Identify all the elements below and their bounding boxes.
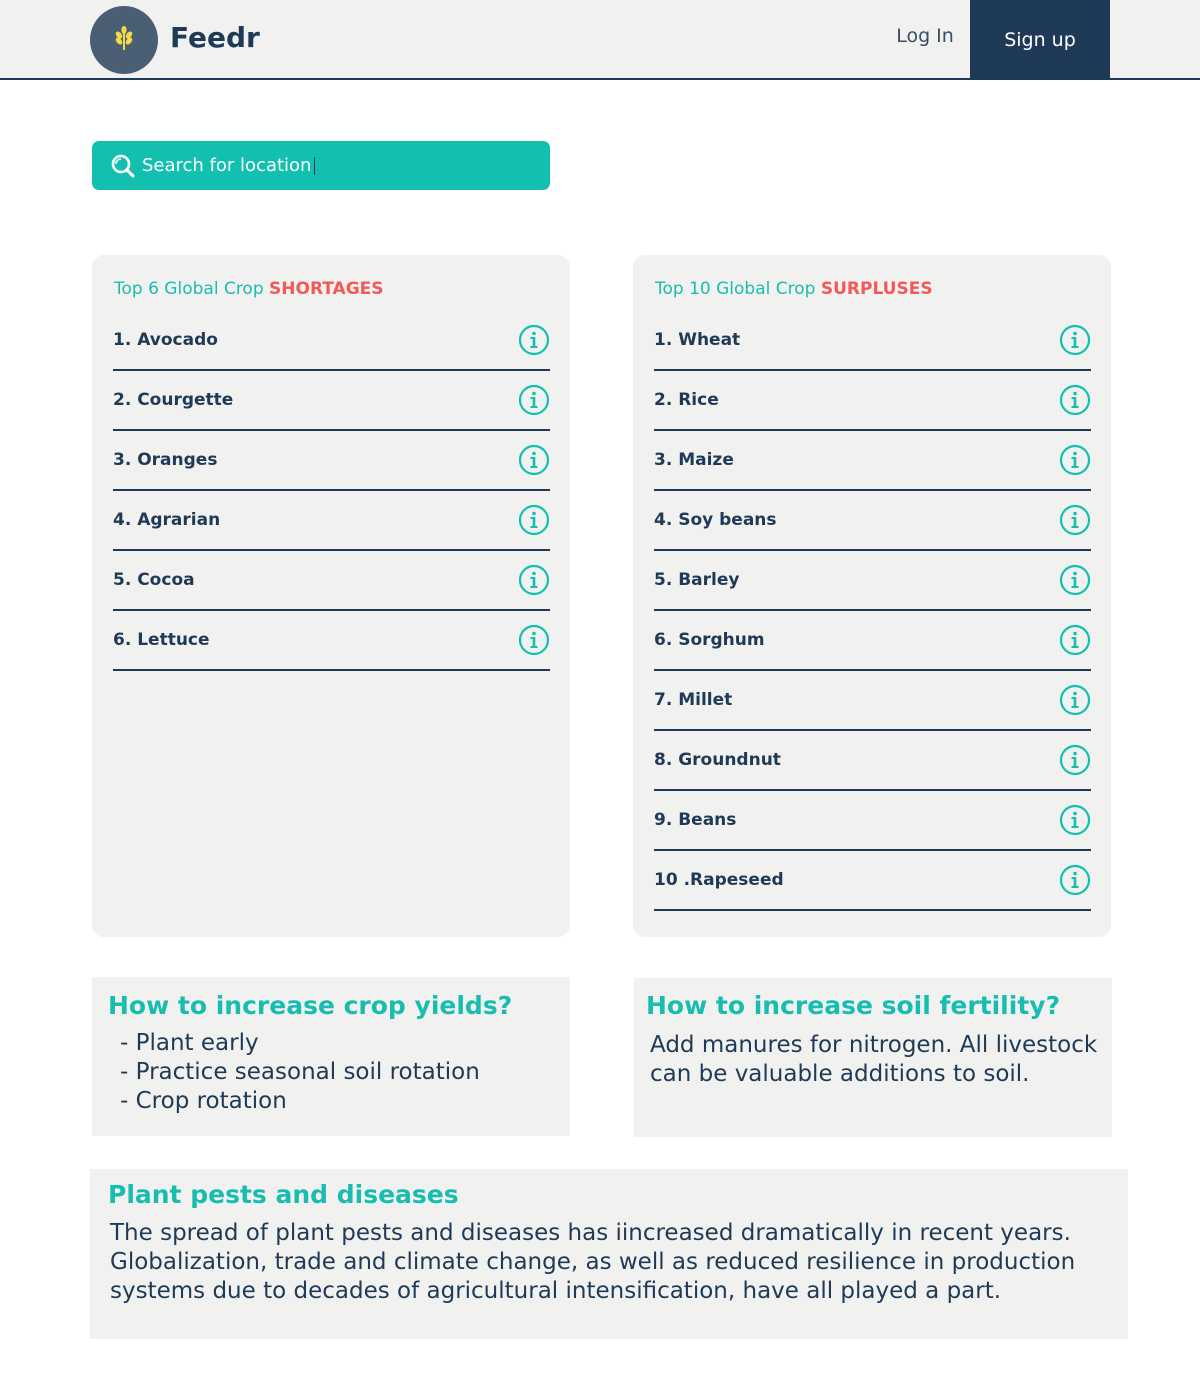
crop-name: 1. Wheat [654, 330, 741, 350]
pests-title: Plant pests and diseases [108, 1180, 459, 1209]
login-link[interactable]: Log In [880, 25, 970, 47]
search-icon [110, 153, 136, 179]
list-item[interactable]: 8. Groundnut [654, 731, 1091, 791]
crop-yields-title: How to increase crop yields? [108, 991, 513, 1020]
surpluses-panel: Top 10 Global Crop SURPLUSES 1. Wheat 2. … [633, 255, 1111, 937]
info-icon[interactable] [1059, 564, 1091, 596]
top-nav: Feedr Log In Sign up [0, 0, 1200, 80]
shortages-list: 1. Avocado 2. Courgette 3. Oranges 4. Agrar… [113, 311, 550, 671]
list-item[interactable]: 2. Courgette [113, 371, 550, 431]
crop-name: 6. Lettuce [113, 630, 210, 650]
list-item[interactable]: 6. Sorghum [654, 611, 1091, 671]
list-item[interactable]: 2. Rice [654, 371, 1091, 431]
soil-fertility-card: How to increase soil fertility? Add manu… [634, 978, 1112, 1137]
crop-name: 3. Oranges [113, 450, 218, 470]
info-icon[interactable] [1059, 324, 1091, 356]
crop-name: 6. Sorghum [654, 630, 765, 650]
signup-button[interactable]: Sign up [970, 0, 1110, 80]
list-item[interactable]: 7. Millet [654, 671, 1091, 731]
info-icon[interactable] [518, 564, 550, 596]
info-icon[interactable] [1059, 684, 1091, 716]
shortages-title-prefix: Top 6 Global Crop [114, 279, 264, 299]
crop-name: 7. Millet [654, 690, 733, 710]
list-item[interactable]: 4. Agrarian [113, 491, 550, 551]
info-icon[interactable] [1059, 744, 1091, 776]
search-bar[interactable]: Search for location [92, 141, 550, 190]
list-item[interactable]: 3. Maize [654, 431, 1091, 491]
info-icon[interactable] [518, 324, 550, 356]
info-icon[interactable] [518, 444, 550, 476]
tip-item: - Plant early [120, 1030, 259, 1056]
wheat-icon [109, 23, 139, 57]
soil-fertility-title: How to increase soil fertility? [646, 991, 1061, 1020]
crop-name: 5. Cocoa [113, 570, 195, 590]
shortages-title: Top 6 Global Crop SHORTAGES [114, 279, 384, 299]
info-icon[interactable] [518, 504, 550, 536]
shortages-panel: Top 6 Global Crop SHORTAGES 1. Avocado 2.… [92, 255, 570, 937]
info-icon[interactable] [1059, 444, 1091, 476]
surpluses-title-prefix: Top 10 Global Crop [655, 279, 816, 299]
surpluses-list: 1. Wheat 2. Rice 3. Maize 4. Soy beans 5. Ba… [654, 311, 1091, 911]
list-item[interactable]: 3. Oranges [113, 431, 550, 491]
brand-name[interactable]: Feedr [170, 21, 260, 54]
text-caret [314, 156, 316, 175]
pests-card: Plant pests and diseases The spread of p… [90, 1169, 1128, 1339]
crop-name: 4. Agrarian [113, 510, 221, 530]
list-item[interactable]: 4. Soy beans [654, 491, 1091, 551]
logo[interactable] [90, 6, 158, 74]
crop-name: 8. Groundnut [654, 750, 781, 770]
surpluses-title-accent: SURPLUSES [820, 279, 933, 299]
info-icon[interactable] [1059, 864, 1091, 896]
crop-name: 5. Barley [654, 570, 740, 590]
info-icon[interactable] [518, 624, 550, 656]
signup-label: Sign up [1004, 29, 1076, 51]
soil-fertility-text: Add manures for nitrogen. All livestock … [650, 1032, 1098, 1087]
surpluses-title: Top 10 Global Crop SURPLUSES [655, 279, 933, 299]
list-item[interactable]: 6. Lettuce [113, 611, 550, 671]
list-item[interactable]: 9. Beans [654, 791, 1091, 851]
crop-name: 9. Beans [654, 810, 737, 830]
crop-yields-card: How to increase crop yields? - Plant ear… [92, 977, 570, 1136]
info-icon[interactable] [1059, 384, 1091, 416]
info-icon[interactable] [1059, 624, 1091, 656]
crop-name: 10 .Rapeseed [654, 870, 784, 890]
shortages-title-accent: SHORTAGES [269, 279, 384, 299]
list-item[interactable]: 1. Avocado [113, 311, 550, 371]
info-icon[interactable] [1059, 504, 1091, 536]
crop-yields-tips: - Plant early - Practice seasonal soil ro… [120, 1029, 480, 1116]
tip-item: - Crop rotation [120, 1088, 287, 1114]
pests-text: The spread of plant pests and diseases h… [110, 1220, 1076, 1304]
crop-name: 2. Rice [654, 390, 719, 410]
list-item[interactable]: 1. Wheat [654, 311, 1091, 371]
list-item[interactable]: 10 .Rapeseed [654, 851, 1091, 911]
info-icon[interactable] [518, 384, 550, 416]
list-item[interactable]: 5. Barley [654, 551, 1091, 611]
crop-name: 1. Avocado [113, 330, 218, 350]
crop-name: 3. Maize [654, 450, 734, 470]
crop-name: 4. Soy beans [654, 510, 777, 530]
search-input[interactable]: Search for location [142, 155, 311, 176]
list-item[interactable]: 5. Cocoa [113, 551, 550, 611]
tip-item: - Practice seasonal soil rotation [120, 1059, 480, 1085]
crop-name: 2. Courgette [113, 390, 234, 410]
info-icon[interactable] [1059, 804, 1091, 836]
